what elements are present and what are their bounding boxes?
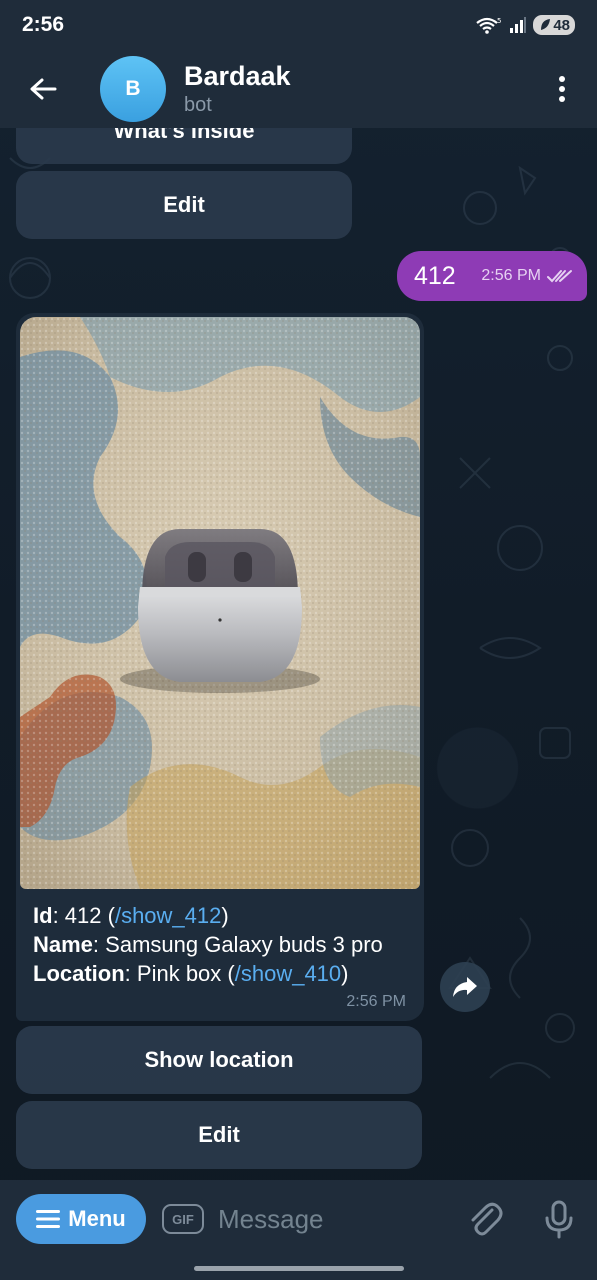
chat-title: Bardaak	[184, 61, 291, 91]
incoming-photo-message[interactable]: Id: 412 (/show_412) Name: Samsung Galaxy…	[16, 313, 424, 1021]
caption-tail: )	[221, 903, 229, 928]
outgoing-message-meta: 2:56 PM	[481, 267, 573, 285]
battery-saver-icon	[541, 19, 551, 30]
microphone-icon[interactable]	[540, 1200, 578, 1240]
edit-button-previous[interactable]: Edit	[16, 171, 352, 239]
show-location-button[interactable]: Show location	[16, 1026, 422, 1094]
paperclip-icon[interactable]	[466, 1200, 504, 1240]
message-input-bar: Menu GIF	[0, 1180, 597, 1280]
double-check-icon	[547, 270, 572, 283]
caption-location-line: Location: Pink box (/show_410)	[33, 959, 383, 988]
hamburger-icon	[36, 1210, 61, 1228]
caption-name-value: Samsung Galaxy buds 3 pro	[105, 932, 383, 957]
edit-button[interactable]: Edit	[16, 1101, 422, 1169]
status-icons: 5 48	[475, 15, 575, 35]
caption-tail: )	[341, 961, 349, 986]
outgoing-message-time: 2:56 PM	[481, 267, 541, 284]
bot-menu-button[interactable]: Menu	[16, 1194, 146, 1244]
caption-id-line: Id: 412 (/show_412)	[33, 901, 383, 930]
signal-icon	[510, 17, 527, 33]
chat-info[interactable]: Bardaak bot	[184, 60, 291, 118]
chat-header-overlay: B Bardaak bot	[0, 50, 597, 128]
battery-indicator: 48	[533, 15, 575, 35]
outgoing-message-text: 412	[414, 261, 456, 290]
gif-button[interactable]: GIF	[162, 1204, 204, 1234]
caption-id-label: Id	[33, 903, 53, 928]
chat-subtitle: bot	[184, 94, 212, 116]
more-options-button[interactable]	[527, 50, 597, 128]
edit-label: Edit	[198, 1122, 240, 1147]
message-input[interactable]	[218, 1198, 448, 1240]
item-photo[interactable]	[20, 317, 420, 889]
show-410-command-link[interactable]: /show_410	[235, 961, 341, 986]
item-caption: Id: 412 (/show_412) Name: Samsung Galaxy…	[33, 901, 383, 988]
status-time: 2:56	[22, 13, 65, 36]
more-vertical-icon	[559, 76, 565, 102]
caption-name-label: Name	[33, 932, 93, 957]
caption-location-value: Pink box (	[136, 961, 235, 986]
caption-name-line: Name: Samsung Galaxy buds 3 pro	[33, 930, 383, 959]
home-indicator[interactable]	[194, 1266, 404, 1271]
show-location-label: Show location	[144, 1047, 294, 1072]
earbuds-case-photo	[20, 317, 420, 889]
wifi-icon: 5	[476, 17, 502, 34]
show-412-command-link[interactable]: /show_412	[115, 903, 221, 928]
status-bar: 2:56 5 48	[0, 0, 597, 50]
menu-label: Menu	[68, 1206, 126, 1231]
bot-avatar[interactable]: B	[100, 56, 166, 122]
svg-text:5: 5	[497, 17, 501, 25]
caption-sep: :	[124, 961, 137, 986]
incoming-message-time: 2:56 PM	[346, 993, 406, 1010]
caption-id-value: 412 (	[64, 903, 115, 928]
caption-location-label: Location	[33, 961, 125, 986]
back-button-overlay[interactable]	[0, 50, 86, 128]
edit-label: Edit	[163, 192, 205, 217]
outgoing-message[interactable]: 412 2:56 PM	[397, 251, 587, 301]
battery-level: 48	[553, 16, 570, 34]
caption-sep: :	[52, 903, 65, 928]
forward-button[interactable]	[440, 962, 490, 1012]
share-arrow-icon	[453, 977, 477, 997]
caption-sep: :	[92, 932, 106, 957]
arrow-left-icon	[30, 78, 57, 100]
